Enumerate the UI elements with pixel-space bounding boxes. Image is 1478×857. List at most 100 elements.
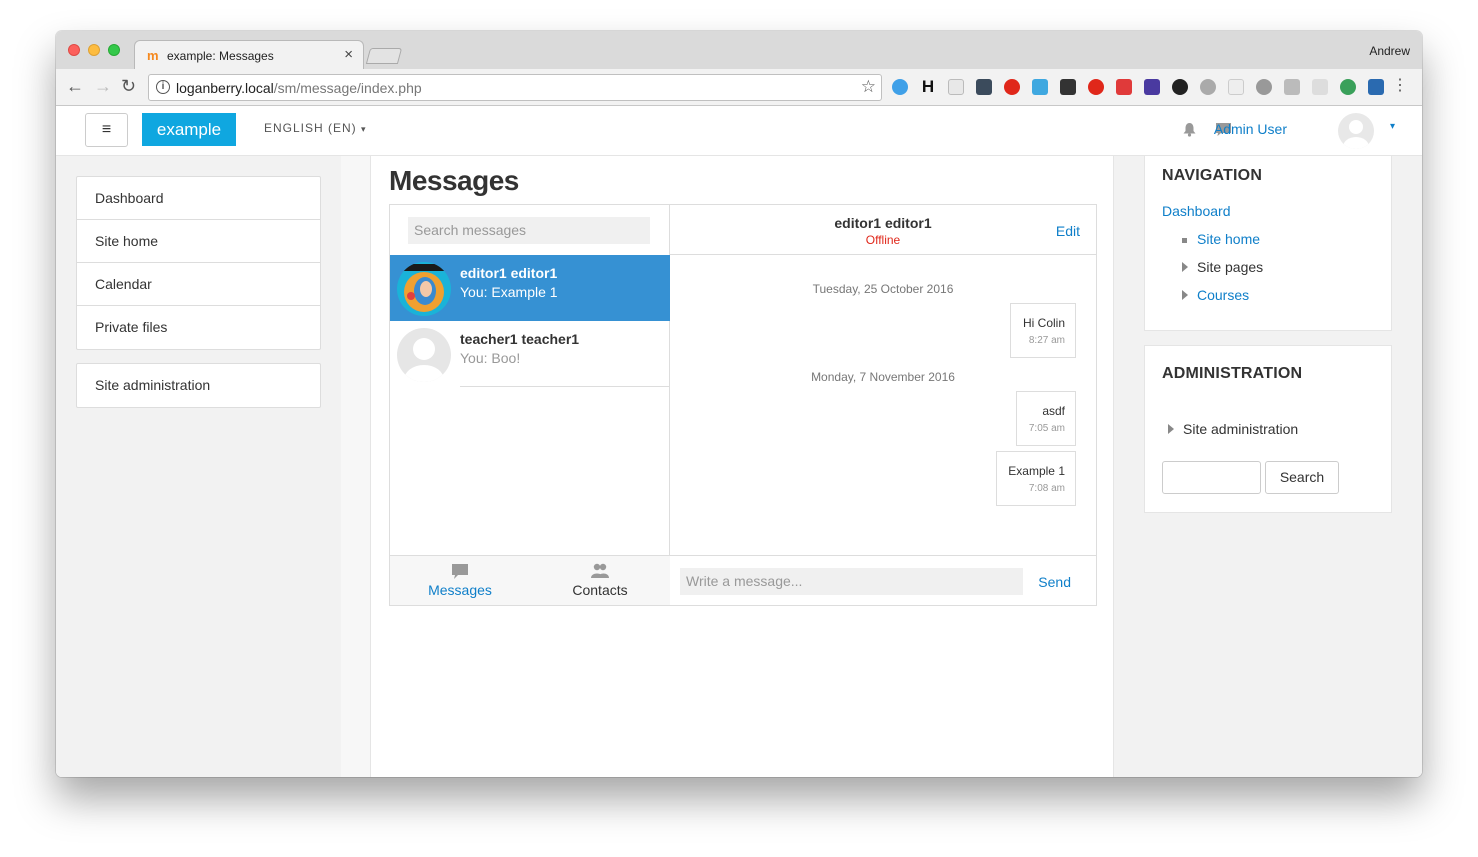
expand-triangle-icon[interactable] [1182,290,1188,300]
window-close-button[interactable] [68,44,80,56]
notifications-bell-icon[interactable] [1182,122,1197,137]
send-button[interactable]: Send [1038,574,1071,590]
contacts-tab-icon [591,563,609,578]
forward-icon[interactable]: → [94,76,112,96]
tab-contacts[interactable]: Contacts [530,560,670,600]
admin-search-button[interactable]: Search [1265,461,1339,494]
nav-item-calendar[interactable]: Calendar [77,263,320,306]
search-messages-input[interactable]: Search messages [408,217,650,244]
extension-opera-icon[interactable] [1004,79,1020,95]
extension-cloud-icon[interactable] [1284,79,1300,95]
back-icon[interactable]: ← [66,76,84,96]
tab-bar: m example: Messages × Andrew [56,31,1422,70]
bookmark-star-icon[interactable]: ☆ [861,77,876,97]
message-bubble: Example 1 7:08 am [996,451,1076,506]
extension-cup-icon[interactable] [1312,79,1328,95]
expand-triangle-icon[interactable] [1182,262,1188,272]
conversation-last-message: You: Example 1 [460,284,558,300]
conversation-divider [460,386,670,387]
admin-search-input[interactable] [1162,461,1261,494]
site-brand-logo[interactable]: example [142,113,236,146]
extension-github-icon[interactable] [1172,79,1188,95]
extension-compass-icon[interactable] [892,79,908,95]
page: ≡ example ENGLISH (EN) ▾ Admin User ▾ Da… [56,107,1422,777]
conversations-panel: Search messages editor1 editor1 You: Exa… [390,205,670,605]
browser-toolbar: ← → ↻ i loganberry.local/sm/message/inde… [56,69,1422,106]
message-compose-area: Write a message... Send [670,555,1096,605]
block-nav-courses[interactable]: Courses [1197,287,1249,303]
extension-x-icon[interactable] [1368,79,1384,95]
conversation-contact-name: editor1 editor1 [834,215,932,231]
extension-red-icon[interactable] [1116,79,1132,95]
messaging-area: Search messages editor1 editor1 You: Exa… [389,204,1097,606]
window-maximize-button[interactable] [108,44,120,56]
primary-navigation: Dashboard Site home Calendar Private fil… [76,176,321,350]
extension-globe-icon[interactable] [1340,79,1356,95]
navigation-block-title: NAVIGATION [1162,167,1263,184]
browser-window: m example: Messages × Andrew ← → ↻ i log… [56,31,1422,777]
browser-menu-icon[interactable]: ⋮ [1392,77,1408,95]
new-tab-button[interactable] [365,48,403,64]
conversation-last-message: You: Boo! [460,350,521,366]
extension-note-icon[interactable] [948,79,964,95]
block-admin-site-administration[interactable]: Site administration [1183,421,1298,437]
contact-status: Offline [865,233,901,247]
extension-game-icon[interactable] [1060,79,1076,95]
tab-close-icon[interactable]: × [344,46,353,63]
extension-s-icon[interactable] [1032,79,1048,95]
reload-icon[interactable]: ↻ [121,76,136,96]
extension-dots-icon[interactable] [976,79,992,95]
browser-profile-name[interactable]: Andrew [1369,44,1410,58]
page-title: Messages [389,165,519,196]
conversation-item[interactable]: teacher1 teacher1 You: Boo! [390,321,670,387]
conversation-avatar [397,328,451,382]
user-avatar[interactable] [1338,113,1374,149]
block-nav-site-pages[interactable]: Site pages [1197,259,1263,275]
message-text: asdf [1042,404,1065,418]
main-content: Messages Search messages editor1 editor1… [370,156,1114,777]
admin-navigation: Site administration [76,363,321,408]
conversation-panel: editor1 editor1 Offline Edit Tuesday, 25… [670,205,1096,605]
drawer-toggle-button[interactable]: ≡ [85,113,128,147]
info-icon[interactable]: i [156,80,170,94]
extension-reddit-icon[interactable] [1200,79,1216,95]
administration-block: ADMINISTRATION Site administration Searc… [1144,345,1392,513]
conversation-name: teacher1 teacher1 [460,331,580,347]
write-message-input[interactable]: Write a message... [680,568,1023,595]
nav-item-private-files[interactable]: Private files [77,306,320,349]
user-menu-caret-icon[interactable]: ▾ [1390,121,1395,132]
tab-contacts-label: Contacts [572,582,628,598]
nav-item-site-administration[interactable]: Site administration [77,364,320,407]
site-navbar: ≡ example ENGLISH (EN) ▾ Admin User ▾ [56,107,1422,156]
tab-messages[interactable]: Messages [390,560,530,600]
window-minimize-button[interactable] [88,44,100,56]
message-bubble: asdf 7:05 am [1016,391,1076,446]
messages-tab-icon [452,564,468,579]
edit-conversation-link[interactable]: Edit [1056,223,1080,239]
left-sidebar: Dashboard Site home Calendar Private fil… [56,156,341,777]
nav-item-site-home[interactable]: Site home [77,220,320,263]
expand-triangle-icon[interactable] [1168,424,1174,434]
address-bar[interactable]: i loganberry.local/sm/message/index.php … [148,74,882,101]
message-text: Example 1 [1008,464,1065,478]
navigation-block: NAVIGATION Dashboard Site home Site page… [1144,156,1392,331]
block-nav-dashboard[interactable]: Dashboard [1162,203,1231,219]
user-menu-name[interactable]: Admin User [1214,121,1287,137]
date-separator: Tuesday, 25 October 2016 [812,282,954,296]
extension-blank-icon[interactable] [1228,79,1244,95]
moodle-favicon-icon: m [147,48,159,63]
messaging-footer-tabs: Messages Contacts [390,555,670,605]
message-time: 8:27 am [1028,335,1065,346]
conversation-item[interactable]: editor1 editor1 You: Example 1 [390,255,670,321]
conversation-avatar [397,262,451,316]
browser-tab-active[interactable]: m example: Messages × [134,40,364,70]
right-sidebar: NAVIGATION Dashboard Site home Site page… [1114,156,1422,777]
date-separator: Monday, 7 November 2016 [811,370,955,384]
extension-circle-icon[interactable] [1256,79,1272,95]
language-selector[interactable]: ENGLISH (EN) ▾ [264,121,367,135]
nav-item-dashboard[interactable]: Dashboard [77,177,320,220]
extension-h-icon[interactable]: H [920,78,936,95]
extension-purple-icon[interactable] [1144,79,1160,95]
extension-pinterest-icon[interactable] [1088,79,1104,95]
block-nav-site-home[interactable]: Site home [1197,231,1260,247]
